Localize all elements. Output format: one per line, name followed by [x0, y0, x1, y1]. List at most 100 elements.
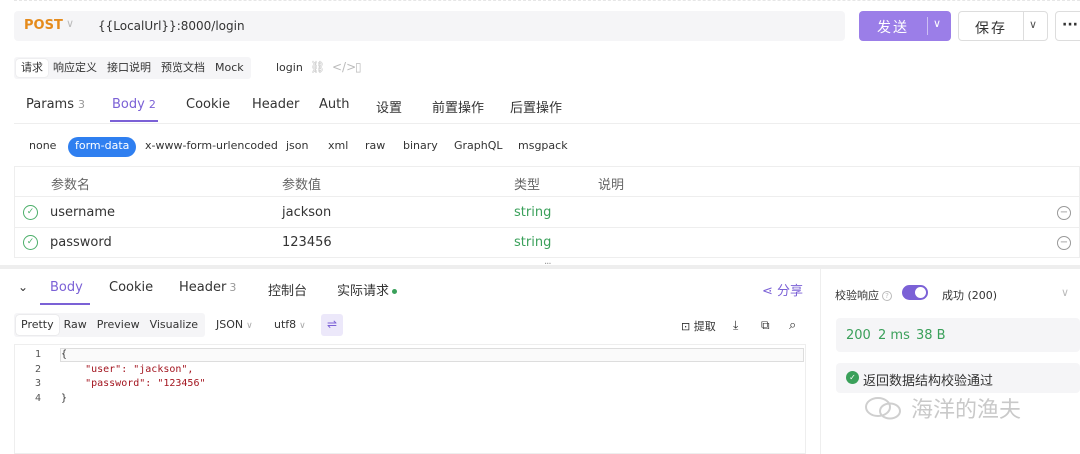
- tab-params[interactable]: Params 3: [26, 97, 85, 112]
- col-name-header: 参数名: [51, 178, 91, 193]
- body-type-none[interactable]: none: [29, 137, 56, 157]
- tab-settings[interactable]: 设置: [376, 97, 402, 116]
- help-icon[interactable]: ?: [882, 291, 892, 301]
- response-size: 38 B: [916, 328, 946, 343]
- more-button[interactable]: ···: [1055, 11, 1080, 41]
- remove-row-icon[interactable]: −: [1057, 206, 1071, 220]
- response-tab-header[interactable]: Header 3: [179, 280, 236, 295]
- response-tab-actual-request[interactable]: 实际请求: [337, 280, 398, 299]
- chevron-down-icon[interactable]: ∨: [1061, 286, 1069, 299]
- tab-post-ops[interactable]: 后置操作: [510, 97, 562, 116]
- param-value[interactable]: jackson: [282, 205, 331, 220]
- code-line: }: [61, 393, 68, 404]
- search-icon[interactable]: ⌕: [789, 318, 796, 333]
- validation-message: 返回数据结构校验通过: [863, 374, 994, 389]
- tab-active-indicator: [110, 120, 158, 122]
- panel-divider: [820, 269, 821, 454]
- line-number: 4: [35, 393, 42, 404]
- copy-icon[interactable]: ⧉: [761, 318, 770, 333]
- save-divider: [1023, 12, 1024, 40]
- body-type-binary[interactable]: binary: [403, 137, 438, 157]
- status-dot: [392, 289, 398, 294]
- line-number: 2: [35, 364, 42, 375]
- enabled-check-icon[interactable]: ✓: [23, 235, 38, 250]
- response-time: 2 ms: [878, 328, 910, 343]
- save-button[interactable]: 保存 ∨: [958, 11, 1048, 41]
- send-button-label[interactable]: 发送: [877, 17, 909, 37]
- drag-dots-icon[interactable]: ···: [544, 259, 551, 270]
- url-bar[interactable]: POST ∨ {{LocalUrl}}:8000/login: [14, 11, 845, 41]
- subtab-mock[interactable]: Mock: [210, 59, 249, 77]
- chevron-down-icon[interactable]: ∨: [66, 17, 74, 30]
- response-tab-cookie[interactable]: Cookie: [109, 280, 153, 295]
- validate-toggle[interactable]: [902, 285, 928, 300]
- line-number: 3: [35, 378, 42, 389]
- line-number: 1: [35, 349, 42, 360]
- url-input[interactable]: {{LocalUrl}}:8000/login: [98, 19, 245, 33]
- body-type-json[interactable]: json: [286, 137, 309, 157]
- view-preview[interactable]: Preview: [92, 315, 145, 335]
- send-button[interactable]: 发送 ∨: [859, 11, 951, 41]
- status-code: 200: [846, 328, 871, 343]
- code-icon[interactable]: </>: [332, 60, 356, 74]
- param-type[interactable]: string: [514, 235, 551, 250]
- panel-icon[interactable]: ▯: [355, 60, 362, 74]
- response-stats: 200 2 ms 38 B: [836, 318, 1080, 352]
- success-check-icon: ✓: [846, 371, 859, 384]
- save-button-label[interactable]: 保存: [975, 18, 1007, 38]
- body-type-raw[interactable]: raw: [365, 137, 385, 157]
- extract-button[interactable]: ⊡ 提取: [681, 318, 716, 334]
- code-line: "password": "123456": [61, 378, 206, 389]
- wrap-lines-icon[interactable]: ⇌: [321, 314, 343, 336]
- collapse-chevron-icon[interactable]: ⌄: [18, 280, 28, 294]
- response-body-editor[interactable]: 1 2 3 4 { "user": "jackson", "password":…: [14, 344, 806, 454]
- watermark-text: 海洋的渔夫: [911, 398, 1022, 423]
- param-name[interactable]: password: [50, 235, 112, 250]
- encoding-select[interactable]: utf8 ∨: [274, 318, 306, 331]
- param-value[interactable]: 123456: [282, 235, 332, 250]
- link-icon[interactable]: ⛓: [310, 60, 325, 74]
- tab-body[interactable]: Body 2: [112, 97, 156, 112]
- tab-auth[interactable]: Auth: [319, 97, 349, 112]
- response-tab-body[interactable]: Body: [50, 280, 83, 295]
- share-button[interactable]: ⋖ 分享: [762, 280, 803, 299]
- body-type-graphql[interactable]: GraphQL: [454, 137, 503, 157]
- view-pretty[interactable]: Pretty: [16, 315, 59, 335]
- view-mode-group: Pretty Raw Preview Visualize: [14, 313, 206, 337]
- enabled-check-icon[interactable]: ✓: [23, 205, 38, 220]
- panel-resize-handle[interactable]: [0, 265, 1080, 269]
- validation-status: 成功 (200): [942, 289, 998, 302]
- view-raw[interactable]: Raw: [59, 315, 92, 335]
- body-type-urlencoded[interactable]: x-www-form-urlencoded: [145, 137, 278, 157]
- tab-cookie[interactable]: Cookie: [186, 97, 230, 112]
- chevron-down-icon[interactable]: ∨: [1029, 18, 1037, 31]
- subtab-api-doc[interactable]: 接口说明: [102, 59, 156, 77]
- wechat-logo-icon: [865, 397, 901, 420]
- param-type[interactable]: string: [514, 205, 551, 220]
- response-tab-console[interactable]: 控制台: [268, 280, 307, 299]
- api-name[interactable]: login: [276, 61, 303, 74]
- body-type-msgpack[interactable]: msgpack: [518, 137, 568, 157]
- subtab-request[interactable]: 请求: [16, 59, 48, 77]
- body-type-xml[interactable]: xml: [328, 137, 348, 157]
- code-line: "user": "jackson",: [61, 364, 194, 375]
- subtab-preview-doc[interactable]: 预览文档: [156, 59, 210, 77]
- table-header: 参数名 参数值 类型 说明: [15, 167, 1079, 197]
- top-divider: [14, 0, 1080, 2]
- param-name[interactable]: username: [50, 205, 115, 220]
- tab-header[interactable]: Header: [252, 97, 299, 112]
- format-select[interactable]: JSON ∨: [216, 318, 253, 331]
- method-select[interactable]: POST: [24, 18, 63, 33]
- doc-subtabs: 请求 响应定义 接口说明 预览文档 Mock: [14, 57, 251, 79]
- tab-active-indicator: [40, 303, 90, 305]
- view-visualize[interactable]: Visualize: [145, 315, 203, 335]
- table-row: ✓ password 123456 string −: [15, 228, 1079, 258]
- remove-row-icon[interactable]: −: [1057, 236, 1071, 250]
- download-icon[interactable]: ⤓: [733, 318, 738, 333]
- subtab-response-def[interactable]: 响应定义: [48, 59, 102, 77]
- current-line-highlight: [60, 348, 804, 362]
- tab-pre-ops[interactable]: 前置操作: [432, 97, 484, 116]
- body-type-form-data[interactable]: form-data: [68, 137, 137, 157]
- chevron-down-icon[interactable]: ∨: [933, 17, 941, 30]
- code-line: {: [61, 349, 68, 360]
